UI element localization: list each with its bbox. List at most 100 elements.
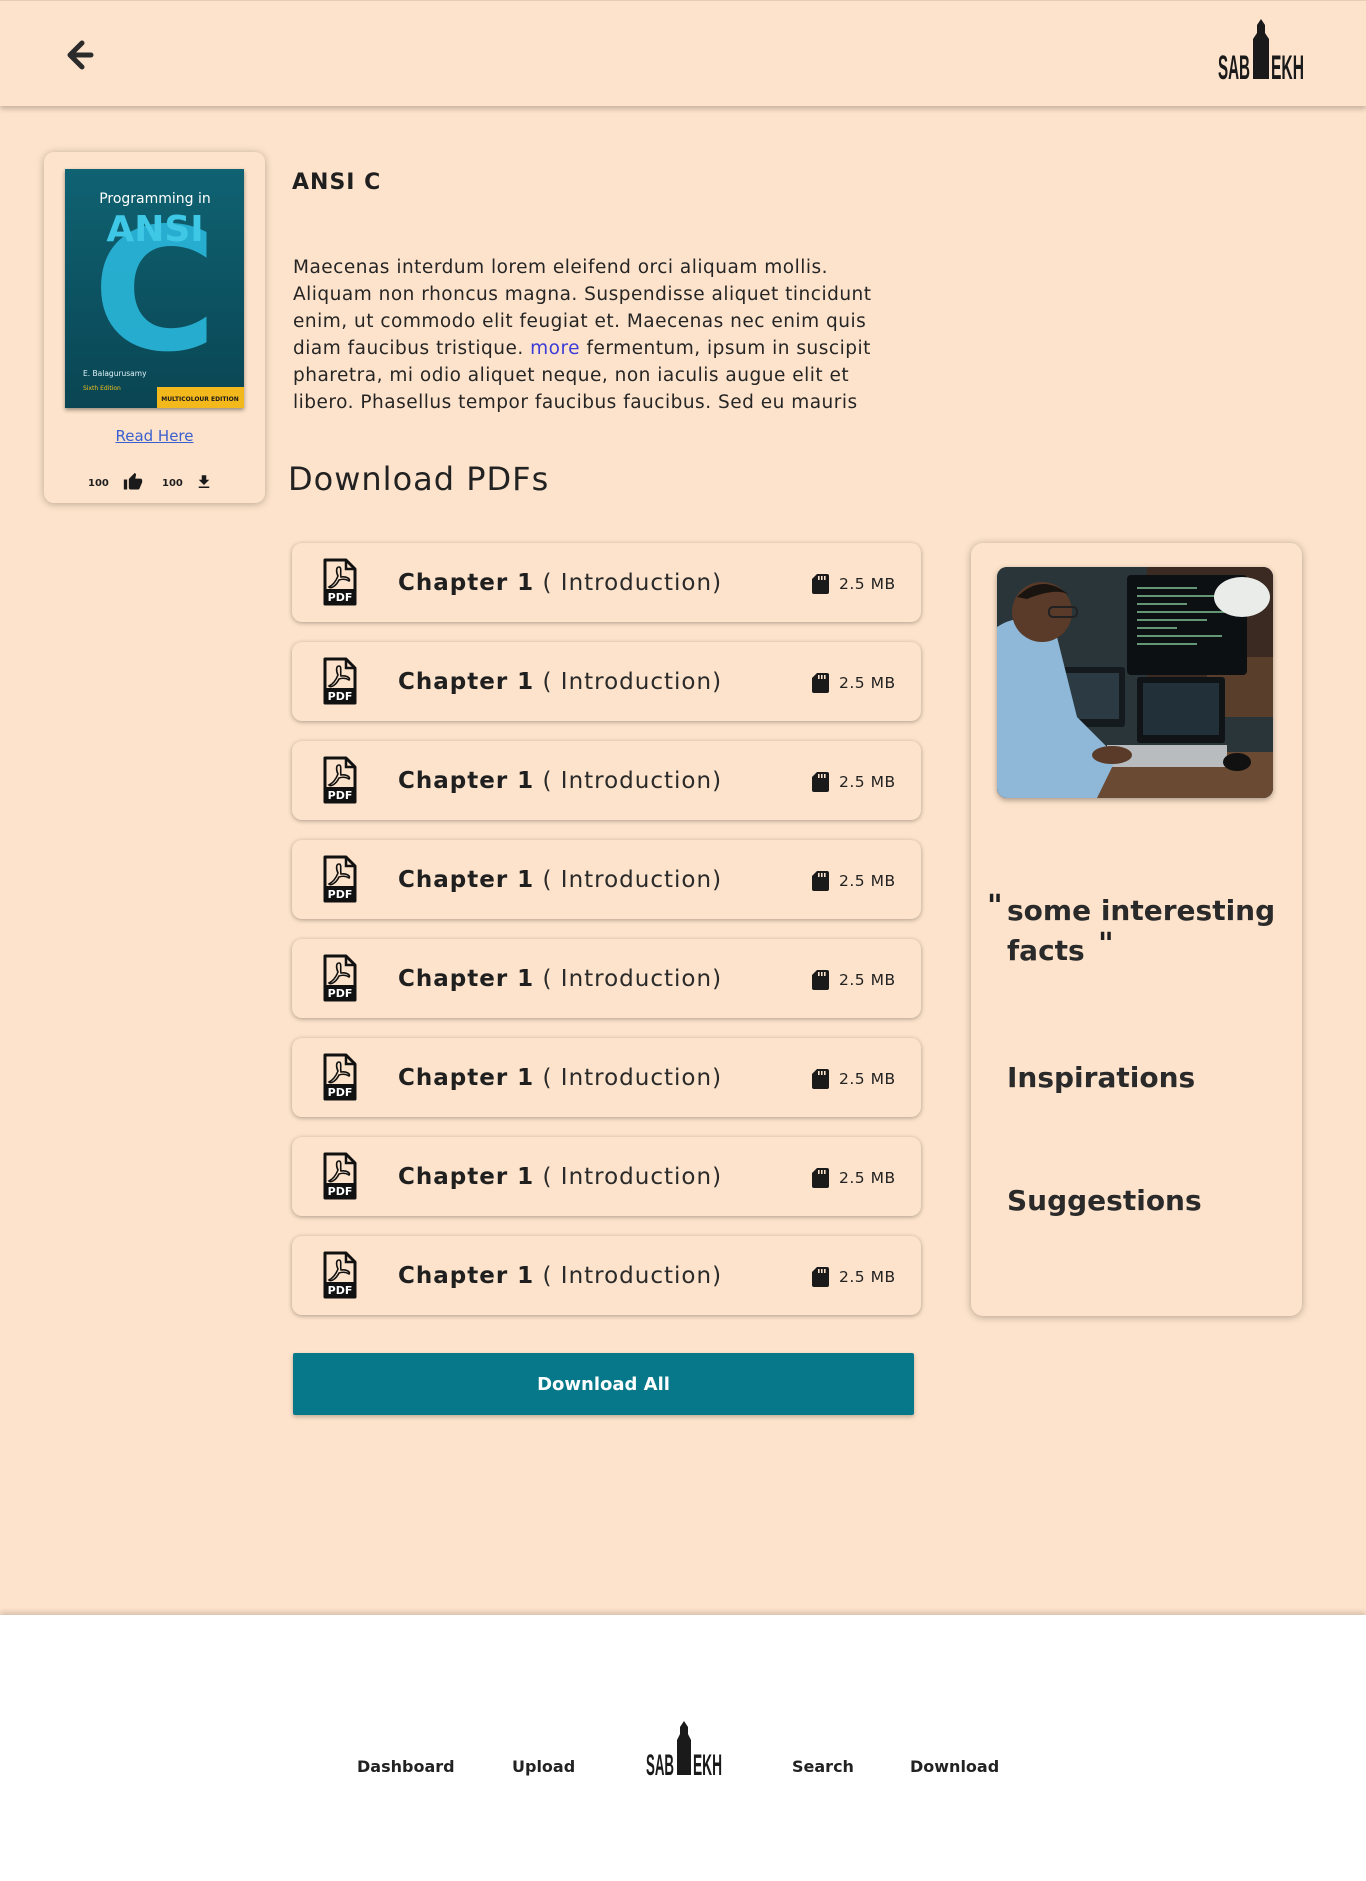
book-title: ANSI C [292,170,382,195]
chapter-title: Chapter 1 ( Introduction) [398,1164,722,1190]
chapter-row[interactable]: PDF Chapter 1 ( Introduction) 2.5 MB [292,840,921,919]
chapter-row[interactable]: PDF Chapter 1 ( Introduction) 2.5 MB [292,741,921,820]
chapter-subtitle: ( Introduction) [542,570,723,596]
book-cover-image[interactable]: Programming in C ANSI E. Balagurusamy Si… [65,169,244,408]
thumbs-up-icon[interactable] [123,472,143,492]
chapter-name: Chapter 1 [398,570,535,596]
svg-text:PDF: PDF [328,888,353,901]
sd-card-icon [812,772,829,792]
pdf-file-icon: PDF [322,1251,358,1299]
likes-count: 100 [88,478,109,489]
sd-card-icon [812,871,829,891]
more-link[interactable]: more [530,338,580,359]
sd-card-icon [812,673,829,693]
svg-text:MULTICOLOUR EDITION: MULTICOLOUR EDITION [161,396,239,403]
inspirations-link[interactable]: Inspirations [1007,1061,1195,1094]
footer-search-link[interactable]: Search [792,1757,854,1776]
sd-card-icon [812,574,829,594]
brand-logo[interactable]: SAB EKH [1218,17,1304,87]
svg-text:SAB: SAB [1218,49,1250,85]
file-size: 2.5 MB [839,1070,896,1088]
quote-text: some interesting facts [1007,894,1276,967]
sd-card-icon [812,1267,829,1287]
chapter-subtitle: ( Introduction) [542,669,723,695]
arrow-left-icon[interactable] [60,37,96,73]
quote-open-mark: " [987,889,1003,924]
developer-photo [997,567,1273,798]
chapter-title: Chapter 1 ( Introduction) [398,768,722,794]
chapter-name: Chapter 1 [398,1164,535,1190]
file-size: 2.5 MB [839,773,896,791]
quote-close-mark: " [1098,927,1114,962]
footer-brand-logo[interactable]: SAB EKH [646,1720,722,1782]
file-size: 2.5 MB [839,1169,896,1187]
svg-text:Sixth Edition: Sixth Edition [83,385,121,392]
chapter-name: Chapter 1 [398,1263,535,1289]
pdf-file-icon: PDF [322,657,358,705]
chapter-title: Chapter 1 ( Introduction) [398,966,722,992]
chapter-subtitle: ( Introduction) [542,1065,723,1091]
download-icon[interactable] [195,473,213,491]
chapter-name: Chapter 1 [398,768,535,794]
svg-text:PDF: PDF [328,789,353,802]
pdf-file-icon: PDF [322,1152,358,1200]
sd-card-icon [812,970,829,990]
svg-text:PDF: PDF [328,1284,353,1297]
chapter-name: Chapter 1 [398,1065,535,1091]
file-size: 2.5 MB [839,674,896,692]
chapter-name: Chapter 1 [398,867,535,893]
footer-upload-link[interactable]: Upload [512,1757,575,1776]
chapter-name: Chapter 1 [398,966,535,992]
chapter-row[interactable]: PDF Chapter 1 ( Introduction) 2.5 MB [292,642,921,721]
sd-card-icon [812,1168,829,1188]
svg-text:PDF: PDF [328,591,353,604]
svg-text:E. Balagurusamy: E. Balagurusamy [83,369,147,378]
book-stats: 100 100 [44,472,265,496]
chapter-title: Chapter 1 ( Introduction) [398,1263,722,1289]
suggestions-link[interactable]: Suggestions [1007,1184,1202,1217]
footer-dashboard-link[interactable]: Dashboard [357,1757,455,1776]
chapter-row[interactable]: PDF Chapter 1 ( Introduction) 2.5 MB [292,1236,921,1315]
svg-text:EKH: EKH [1271,49,1304,85]
file-size: 2.5 MB [839,575,896,593]
footer-download-link[interactable]: Download [910,1757,999,1776]
chapter-subtitle: ( Introduction) [542,867,723,893]
read-here-link[interactable]: Read Here [44,427,265,445]
file-size: 2.5 MB [839,971,896,989]
chapter-title: Chapter 1 ( Introduction) [398,1065,722,1091]
chapter-row[interactable]: PDF Chapter 1 ( Introduction) 2.5 MB [292,1038,921,1117]
chapter-subtitle: ( Introduction) [542,1164,723,1190]
svg-text:PDF: PDF [328,1086,353,1099]
svg-text:PDF: PDF [328,1185,353,1198]
svg-text:SAB: SAB [646,1749,674,1780]
file-size: 2.5 MB [839,872,896,890]
chapter-subtitle: ( Introduction) [542,768,723,794]
chapter-list: PDF Chapter 1 ( Introduction) 2.5 MB PDF… [292,543,921,1335]
pdf-file-icon: PDF [322,558,358,606]
svg-text:ANSI: ANSI [106,209,203,250]
sd-card-icon [812,1069,829,1089]
download-all-button[interactable]: Download All [293,1353,914,1415]
chapter-row[interactable]: PDF Chapter 1 ( Introduction) 2.5 MB [292,543,921,622]
book-cover-card: Programming in C ANSI E. Balagurusamy Si… [44,152,265,503]
chapter-title: Chapter 1 ( Introduction) [398,669,722,695]
chapter-name: Chapter 1 [398,669,535,695]
book-description: Maecenas interdum lorem eleifend orci al… [293,254,893,416]
svg-text:PDF: PDF [328,987,353,1000]
sidebar-card: " some interesting facts " Inspirations … [971,543,1302,1316]
svg-text:PDF: PDF [328,690,353,703]
chapter-subtitle: ( Introduction) [542,966,723,992]
pdf-file-icon: PDF [322,855,358,903]
footer: Dashboard Upload SAB EKH Search Download [0,1615,1366,1881]
svg-text:EKH: EKH [693,1749,722,1780]
chapter-row[interactable]: PDF Chapter 1 ( Introduction) 2.5 MB [292,1137,921,1216]
pdf-file-icon: PDF [322,954,358,1002]
top-bar: SAB EKH [0,0,1366,106]
pdf-file-icon: PDF [322,1053,358,1101]
pdf-file-icon: PDF [322,756,358,804]
chapter-row[interactable]: PDF Chapter 1 ( Introduction) 2.5 MB [292,939,921,1018]
file-size: 2.5 MB [839,1268,896,1286]
download-pdfs-heading: Download PDFs [288,460,550,498]
chapter-title: Chapter 1 ( Introduction) [398,570,722,596]
chapter-subtitle: ( Introduction) [542,1263,723,1289]
